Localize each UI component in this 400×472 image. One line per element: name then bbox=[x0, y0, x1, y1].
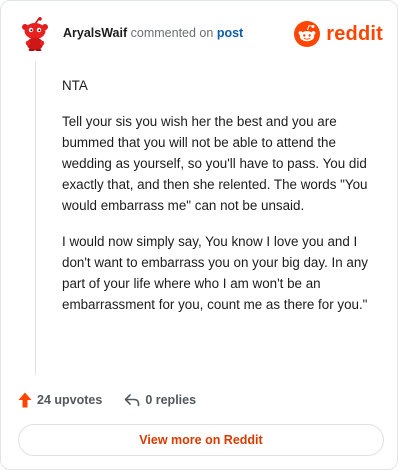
reddit-logo[interactable]: reddit bbox=[294, 20, 383, 48]
comment-paragraph: I would now simply say, You know I love … bbox=[62, 234, 369, 312]
upvotes-count: 24 upvotes bbox=[37, 393, 103, 407]
commented-on-text: commented on bbox=[130, 26, 214, 40]
username-link[interactable]: AryalsWaif bbox=[63, 26, 127, 40]
replies-count: 0 replies bbox=[145, 393, 197, 407]
upvote-arrow-icon bbox=[18, 392, 32, 408]
reddit-wordmark: reddit bbox=[326, 22, 383, 45]
upvote-button[interactable]: 24 upvotes bbox=[18, 392, 102, 408]
comment-actions: 24 upvotes 0 replies bbox=[18, 389, 218, 411]
thread-line bbox=[35, 61, 36, 375]
comment-body: NTA Tell your sis you wish her the best … bbox=[62, 75, 380, 330]
comment-paragraph: Tell your sis you wish her the best and … bbox=[62, 114, 368, 213]
comment-embed-card: AryalsWaif commented on post reddit NTA … bbox=[0, 0, 398, 470]
comment-meta: AryalsWaif commented on post bbox=[63, 26, 243, 40]
replies-button[interactable]: 0 replies bbox=[124, 393, 196, 407]
reply-arrow-icon bbox=[125, 394, 140, 407]
reddit-snoo-icon bbox=[294, 21, 321, 47]
post-link[interactable]: post bbox=[217, 26, 243, 40]
snoo-avatar-icon bbox=[22, 17, 48, 52]
comment-paragraph: NTA bbox=[62, 78, 88, 93]
comment-header: AryalsWaif commented on post reddit bbox=[19, 17, 383, 53]
view-more-on-reddit-button[interactable]: View more on Reddit bbox=[18, 424, 384, 456]
user-avatar[interactable] bbox=[19, 17, 51, 52]
